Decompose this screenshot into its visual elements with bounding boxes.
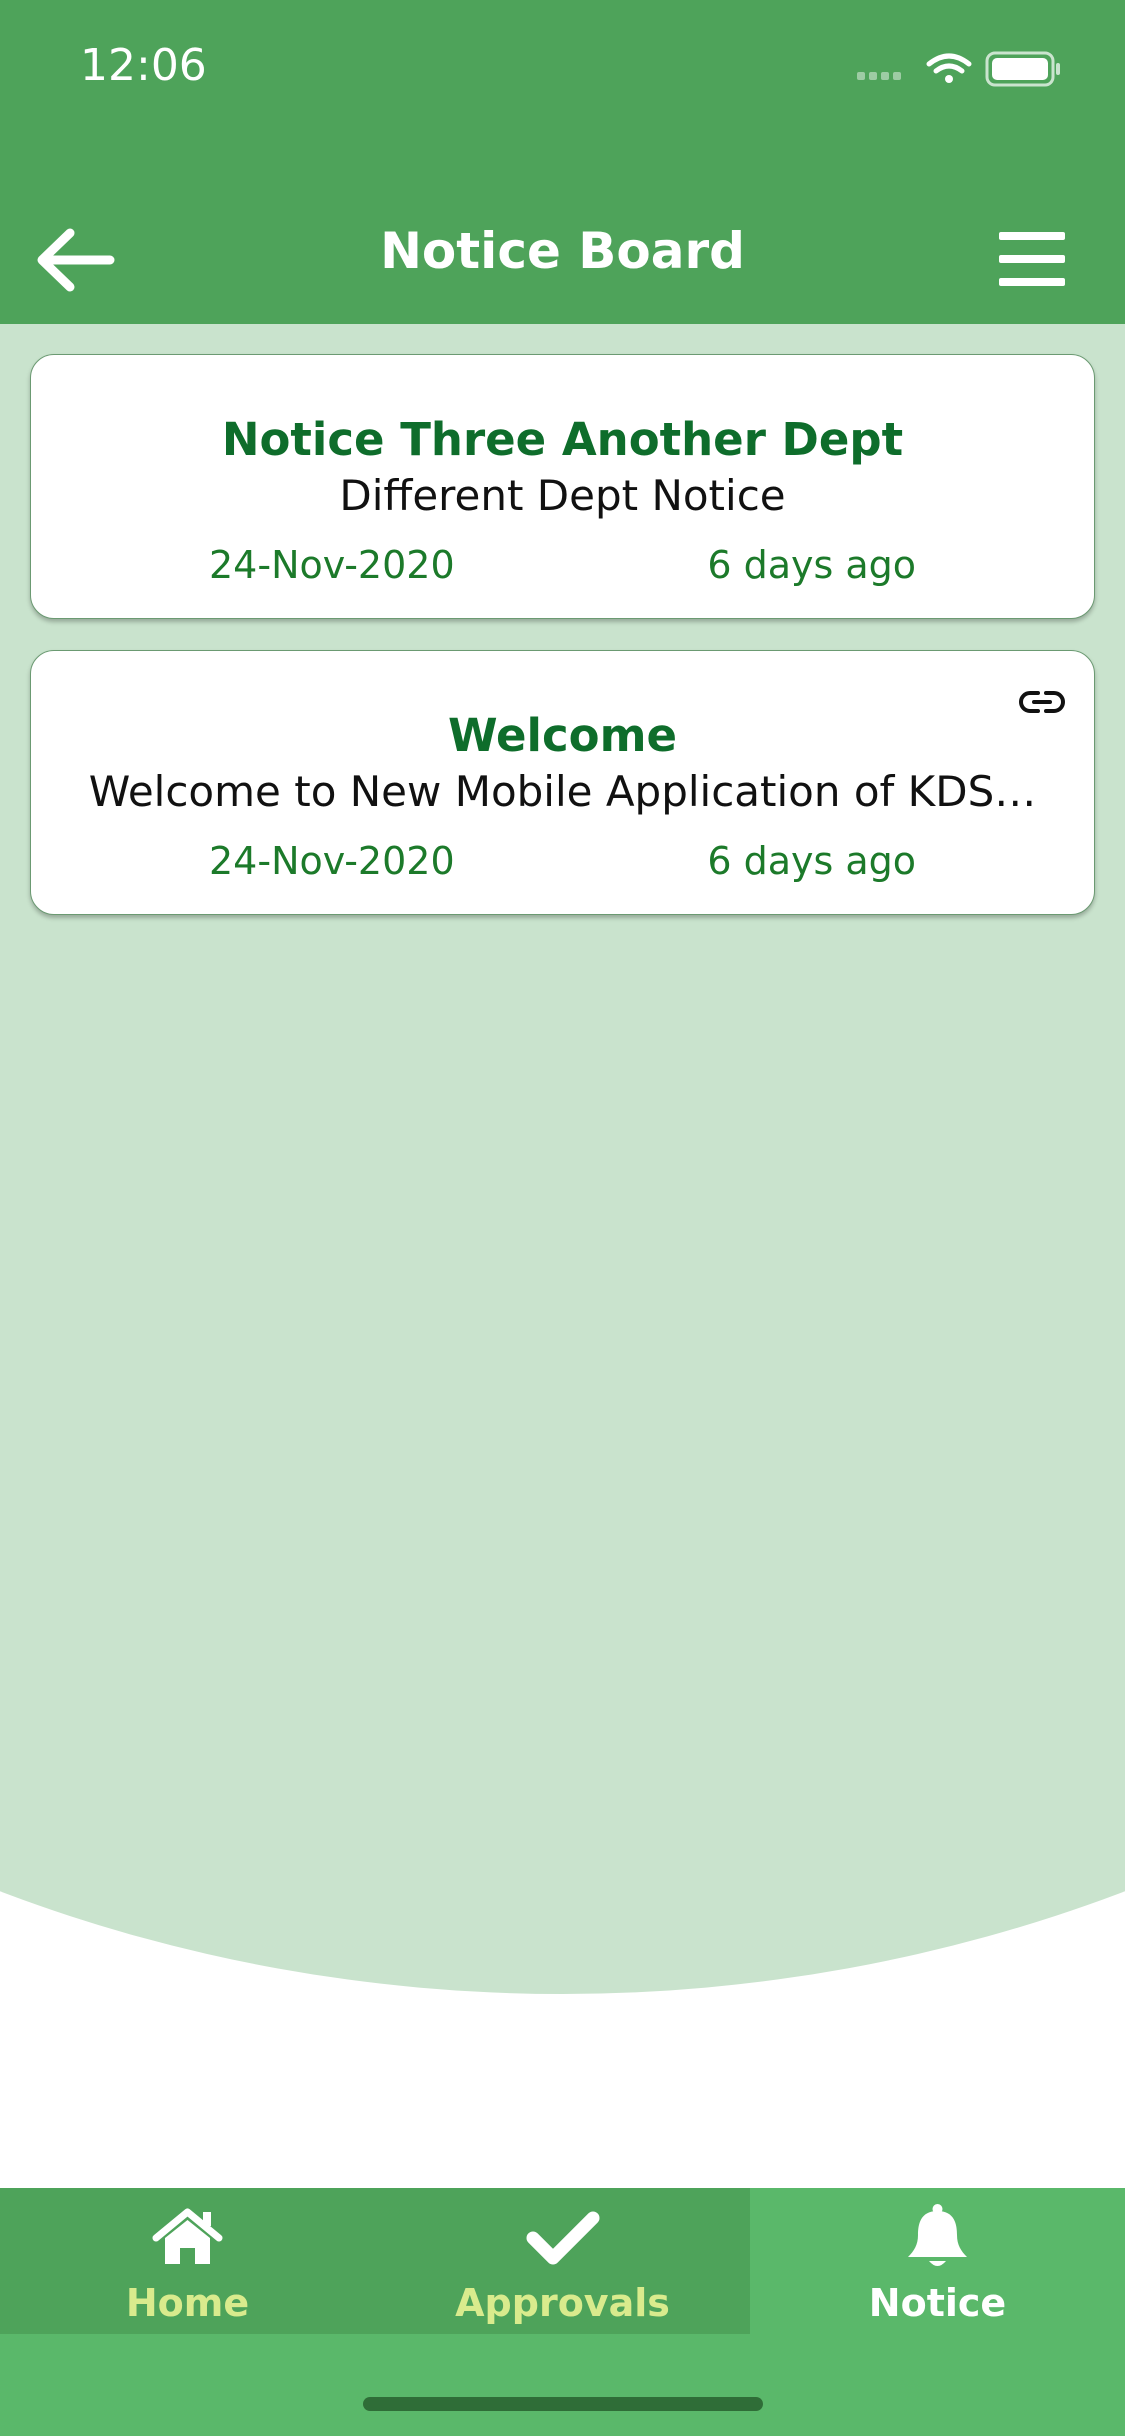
tab-approvals[interactable]: Approvals	[375, 2188, 750, 2334]
notice-description: Welcome to New Mobile Application of KDS…	[88, 767, 1037, 816]
signal-icon	[857, 72, 901, 80]
app-header: 12:06 Notice Board	[0, 0, 1125, 324]
notice-list-area: Notice Three Another Dept Different Dept…	[0, 324, 1125, 2188]
home-icon	[152, 2208, 223, 2264]
checkmark-icon	[526, 2211, 600, 2265]
bell-icon	[908, 2204, 967, 2266]
notice-relative-time: 6 days ago	[707, 839, 916, 883]
notice-card[interactable]: Notice Three Another Dept Different Dept…	[30, 354, 1095, 619]
notice-date: 24-Nov-2020	[209, 543, 455, 587]
tab-label: Home	[125, 2281, 250, 2325]
notice-description: Different Dept Notice	[339, 471, 786, 520]
notice-title: Welcome	[448, 709, 677, 762]
notice-title: Notice Three Another Dept	[221, 413, 904, 466]
home-indicator	[363, 2397, 763, 2411]
status-time: 12:06	[80, 40, 207, 91]
tab-label: Approvals	[455, 2281, 670, 2325]
notice-date: 24-Nov-2020	[209, 839, 455, 883]
bottom-tab-bar: Home Approvals Notice	[0, 2188, 1125, 2436]
tab-notice[interactable]: Notice	[750, 2188, 1125, 2334]
page-title: Notice Board	[380, 222, 745, 280]
notice-relative-time: 6 days ago	[707, 543, 916, 587]
status-icons	[857, 51, 1060, 87]
wifi-icon	[926, 53, 972, 83]
tab-label: Notice	[868, 2281, 1007, 2325]
battery-icon	[985, 51, 1060, 87]
hamburger-menu-icon[interactable]	[999, 232, 1065, 286]
tab-home[interactable]: Home	[0, 2188, 375, 2334]
notice-card[interactable]: Welcome Welcome to New Mobile Applicatio…	[30, 650, 1095, 915]
